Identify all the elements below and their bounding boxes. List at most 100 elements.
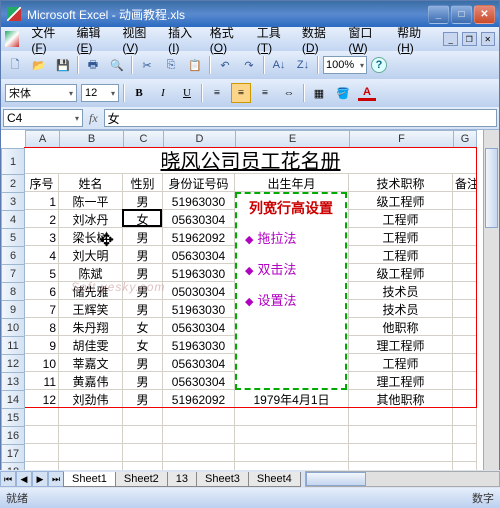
data-cell[interactable]: 女 <box>123 318 163 336</box>
print-icon[interactable]: 🖶 <box>83 55 103 75</box>
cell[interactable] <box>25 408 59 426</box>
cell[interactable] <box>163 444 235 462</box>
menu-data[interactable]: 数据(D) <box>298 22 342 57</box>
col-header-D[interactable]: D <box>163 130 235 148</box>
cell[interactable] <box>25 426 59 444</box>
data-cell[interactable]: 工程师 <box>349 246 453 264</box>
data-cell[interactable]: 胡佳雯 <box>59 336 123 354</box>
header-cell[interactable]: 技术职称 <box>349 174 453 192</box>
row-header-9[interactable]: 9 <box>1 300 25 318</box>
row-header-11[interactable]: 11 <box>1 336 25 354</box>
data-cell[interactable]: 10 <box>25 354 59 372</box>
col-header-G[interactable]: G <box>453 130 477 148</box>
cell[interactable] <box>163 408 235 426</box>
cell[interactable] <box>453 228 477 246</box>
menu-file[interactable]: 文件(F) <box>27 22 70 57</box>
col-header-F[interactable]: F <box>349 130 453 148</box>
menu-tools[interactable]: 工具(T) <box>253 22 296 57</box>
row-header-1[interactable]: 1 <box>1 148 25 174</box>
data-cell[interactable]: 6 <box>25 282 59 300</box>
data-cell[interactable]: 理工程师 <box>349 336 453 354</box>
copy-icon[interactable]: ⎘ <box>161 55 181 75</box>
data-cell[interactable]: 男 <box>123 246 163 264</box>
data-cell[interactable]: 其他职称 <box>349 390 453 408</box>
data-cell[interactable]: 男 <box>123 372 163 390</box>
header-cell[interactable]: 备注 <box>453 174 477 192</box>
data-cell[interactable]: 工程师 <box>349 228 453 246</box>
row-header-12[interactable]: 12 <box>1 354 25 372</box>
data-cell[interactable]: 工程师 <box>349 210 453 228</box>
data-cell[interactable]: 8 <box>25 318 59 336</box>
data-cell[interactable]: 4 <box>25 246 59 264</box>
sheet-tab[interactable]: Sheet2 <box>115 472 168 487</box>
row-header-5[interactable]: 5 <box>1 228 25 246</box>
data-cell[interactable]: 1979年4月1日 <box>235 390 349 408</box>
data-cell[interactable]: 05630304 <box>163 210 235 228</box>
data-cell[interactable]: 男 <box>123 192 163 210</box>
cell[interactable] <box>453 300 477 318</box>
new-icon[interactable]: 🗋 <box>5 55 25 75</box>
save-icon[interactable]: 💾 <box>53 55 73 75</box>
row-header-8[interactable]: 8 <box>1 282 25 300</box>
doc-restore-button[interactable]: ❐ <box>462 32 477 46</box>
data-cell[interactable]: 05630304 <box>163 318 235 336</box>
cell[interactable] <box>453 264 477 282</box>
sheet-tab[interactable]: Sheet1 <box>63 472 116 487</box>
data-cell[interactable]: 5 <box>25 264 59 282</box>
tab-nav-first[interactable]: ⏮ <box>0 471 16 487</box>
row-header-6[interactable]: 6 <box>1 246 25 264</box>
col-header-C[interactable]: C <box>123 130 163 148</box>
cell[interactable] <box>235 426 349 444</box>
name-box[interactable]: C4▾ <box>3 109 83 127</box>
menu-insert[interactable]: 插入(I) <box>164 22 204 57</box>
row-header-16[interactable]: 16 <box>1 426 25 444</box>
data-cell[interactable]: 陈一平 <box>59 192 123 210</box>
cell[interactable] <box>453 408 477 426</box>
cell[interactable] <box>453 282 477 300</box>
row-header-14[interactable]: 14 <box>1 390 25 408</box>
worksheet-grid[interactable]: ABCDEFG 晓风公司员工花名册序号姓名性别身份证号码出生年月技术职称备注1陈… <box>1 129 499 481</box>
header-cell[interactable]: 身份证号码 <box>163 174 235 192</box>
tab-nav-last[interactable]: ⏭ <box>48 471 64 487</box>
row-header-15[interactable]: 15 <box>1 408 25 426</box>
cell[interactable] <box>349 426 453 444</box>
data-cell[interactable]: 工程师 <box>349 354 453 372</box>
cell[interactable] <box>59 444 123 462</box>
data-cell[interactable]: 刘劲伟 <box>59 390 123 408</box>
cell[interactable] <box>349 408 453 426</box>
tab-nav-next[interactable]: ▶ <box>32 471 48 487</box>
data-cell[interactable]: 王辉笑 <box>59 300 123 318</box>
data-cell[interactable]: 黄嘉伟 <box>59 372 123 390</box>
formula-input[interactable]: 女 <box>104 109 497 127</box>
tab-nav-prev[interactable]: ◀ <box>16 471 32 487</box>
data-cell[interactable]: 7 <box>25 300 59 318</box>
data-cell[interactable]: 05630304 <box>163 246 235 264</box>
redo-icon[interactable]: ↷ <box>239 55 259 75</box>
font-name-combo[interactable]: 宋体▾ <box>5 84 77 102</box>
align-center-icon[interactable]: ≡ <box>231 83 251 103</box>
align-left-icon[interactable]: ≡ <box>207 83 227 103</box>
cell[interactable] <box>453 372 477 390</box>
cell[interactable] <box>123 444 163 462</box>
header-cell[interactable]: 序号 <box>25 174 59 192</box>
data-cell[interactable]: 男 <box>123 300 163 318</box>
maximize-button[interactable]: □ <box>451 5 472 24</box>
merge-center-icon[interactable]: ⇔ <box>279 83 299 103</box>
data-cell[interactable]: 1 <box>25 192 59 210</box>
cell[interactable] <box>453 390 477 408</box>
data-cell[interactable]: 12 <box>25 390 59 408</box>
doc-minimize-button[interactable]: _ <box>443 32 458 46</box>
zoom-combo[interactable]: 100%▾ <box>323 56 367 74</box>
data-cell[interactable]: 级工程师 <box>349 192 453 210</box>
cell[interactable] <box>235 408 349 426</box>
font-size-combo[interactable]: 12▾ <box>81 84 119 102</box>
data-cell[interactable]: 女 <box>123 336 163 354</box>
menu-format[interactable]: 格式(O) <box>206 22 251 57</box>
data-cell[interactable]: 11 <box>25 372 59 390</box>
sort-desc-icon[interactable]: Z↓ <box>293 55 313 75</box>
col-header-A[interactable]: A <box>25 130 59 148</box>
cut-icon[interactable]: ✂ <box>137 55 157 75</box>
data-cell[interactable]: 技术员 <box>349 300 453 318</box>
borders-icon[interactable]: ▦ <box>309 83 329 103</box>
help-icon[interactable]: ? <box>371 57 387 73</box>
